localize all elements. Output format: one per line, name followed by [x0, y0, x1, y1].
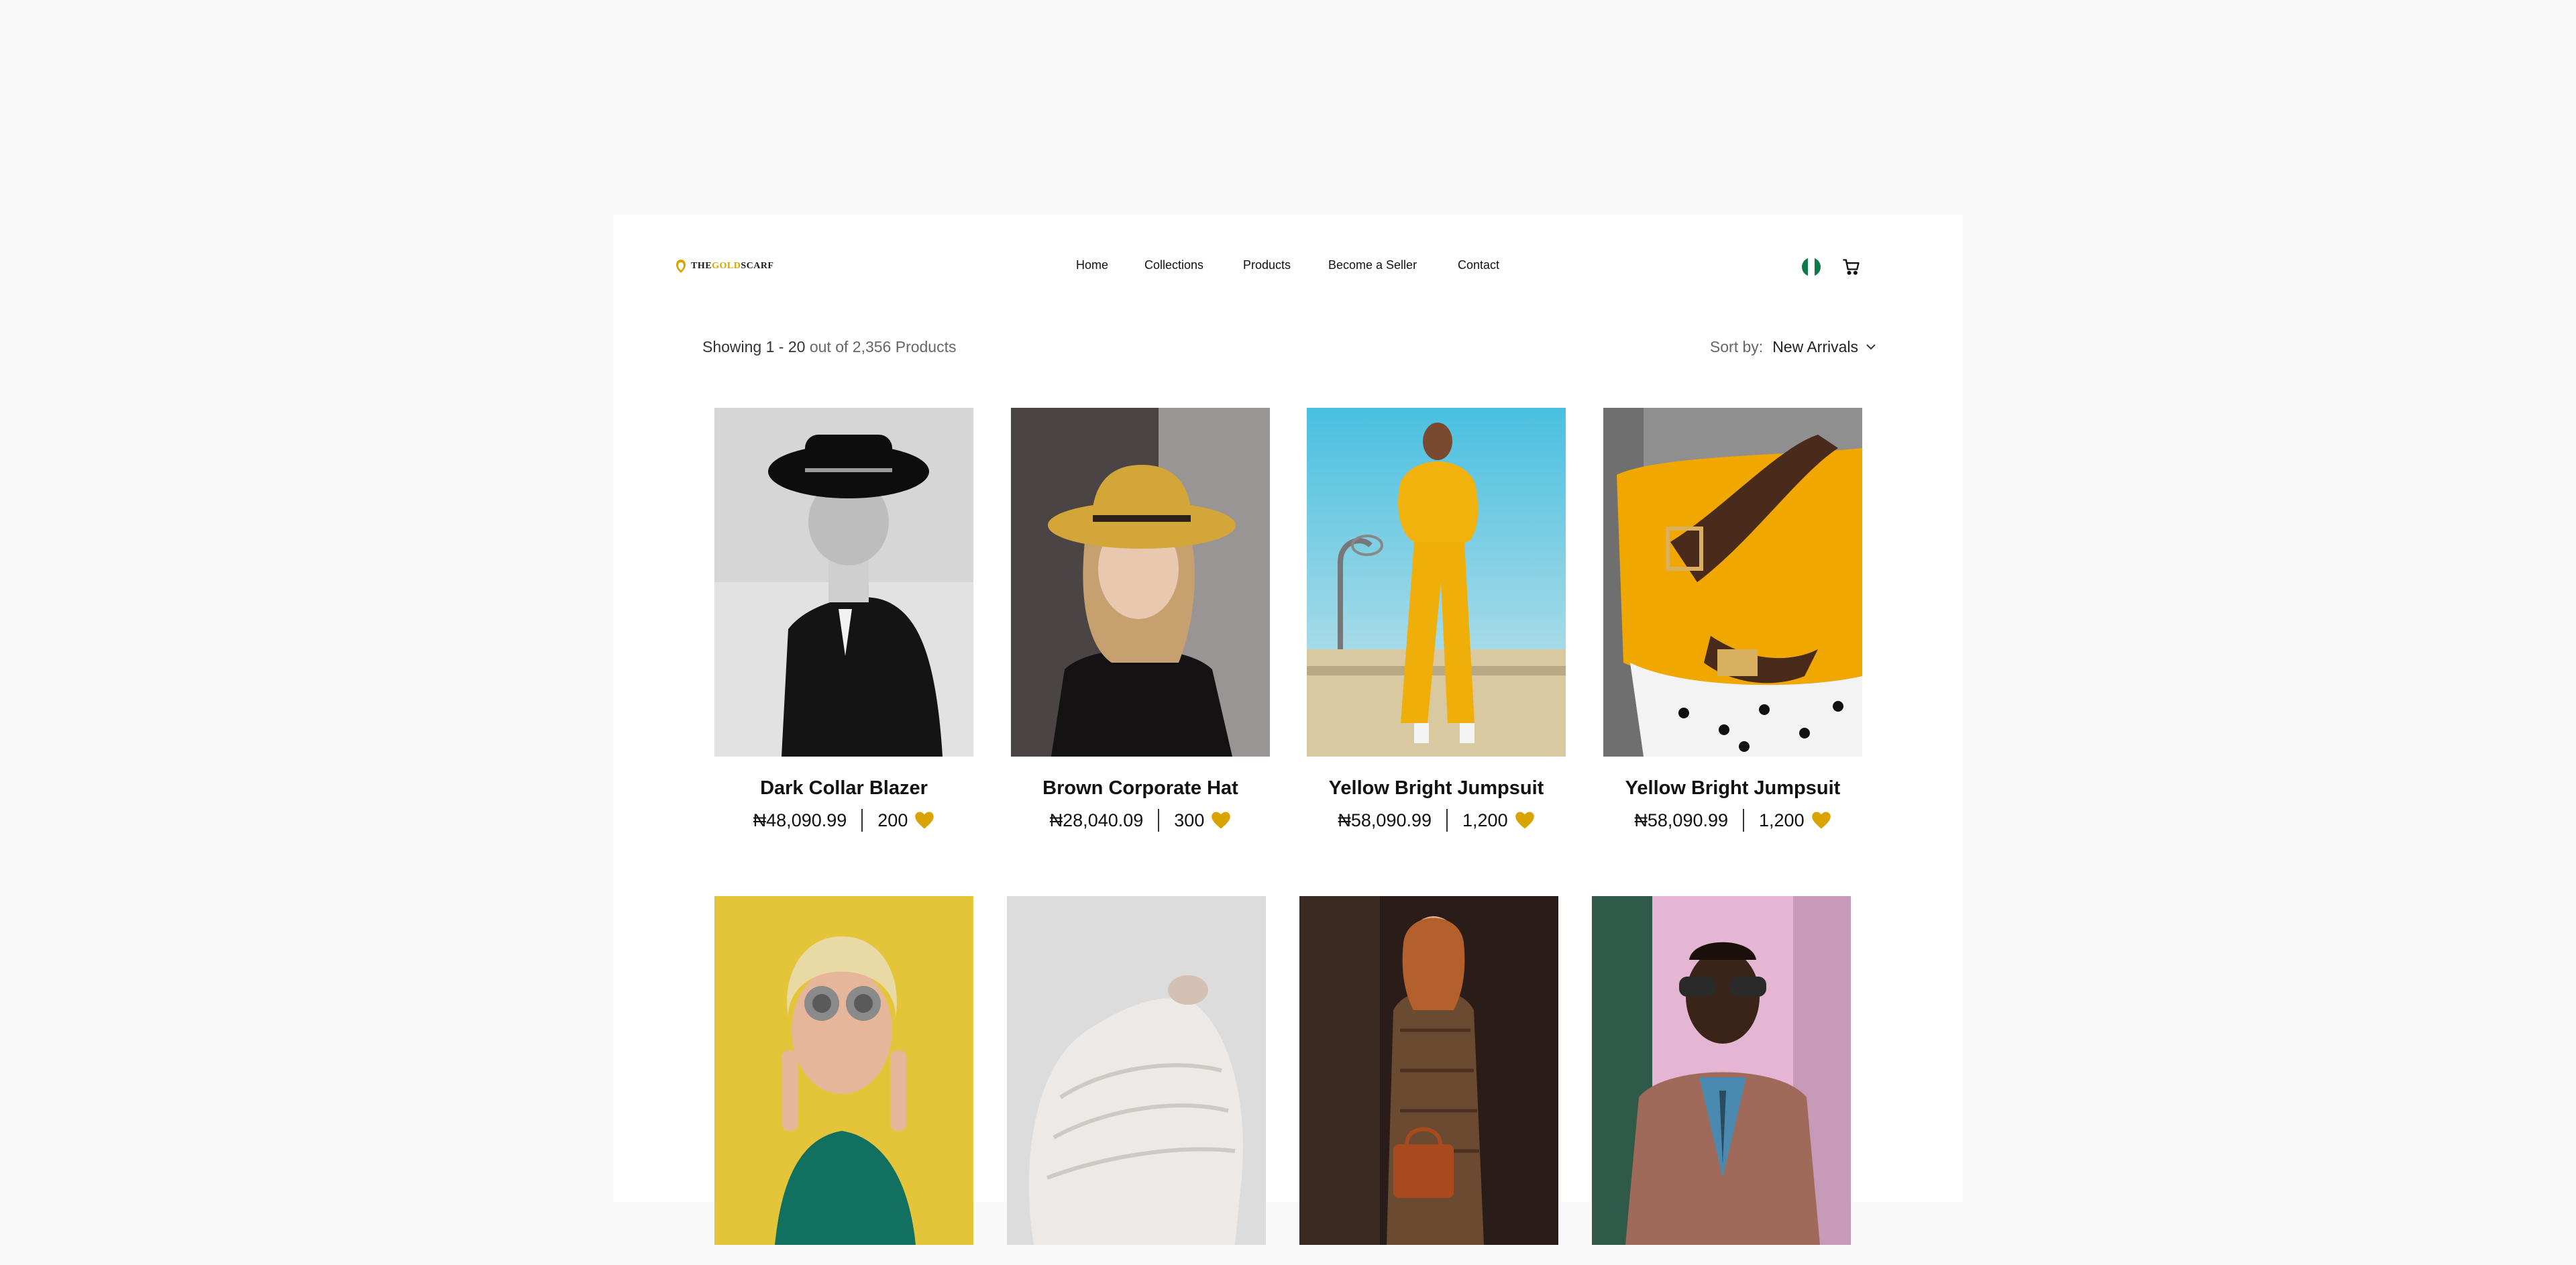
product-likes: 300	[1174, 810, 1205, 830]
product-price: ₦28,040.09	[1049, 810, 1144, 830]
nav-products[interactable]: Products	[1243, 255, 1291, 275]
product-meta: ₦28,040.09 300	[1011, 809, 1270, 832]
product-image[interactable]	[714, 896, 973, 1245]
nigeria-flag-icon[interactable]	[1802, 258, 1821, 276]
product-card[interactable]: Yellow Bright Jumpsuit ₦58,090.99 1,200	[1307, 408, 1566, 832]
product-card[interactable]: Dark Collar Blazer ₦48,090.99 200	[714, 408, 973, 832]
cart-icon[interactable]	[1842, 258, 1861, 276]
product-image[interactable]	[714, 408, 973, 757]
heart-icon[interactable]	[1515, 811, 1535, 830]
nav-collections[interactable]: Collections	[1144, 255, 1203, 275]
product-card[interactable]	[1299, 896, 1558, 1265]
results-count: Showing 1 - 20 out of 2,356 Products	[702, 338, 957, 355]
logo-text: THEGOLDSCARF	[691, 261, 774, 271]
sort-dropdown[interactable]: Sort by: New Arrivals	[1710, 337, 1877, 357]
product-price: ₦58,090.99	[1338, 810, 1432, 830]
brand-logo[interactable]: THEGOLDSCARF	[675, 256, 773, 276]
product-likes: 1,200	[1462, 810, 1508, 830]
product-meta: ₦58,090.99 1,200	[1307, 809, 1566, 832]
heart-icon[interactable]	[914, 811, 934, 830]
chevron-down-icon	[1866, 344, 1876, 350]
product-price: ₦48,090.99	[753, 810, 847, 830]
product-card[interactable]: Yellow Bright Jumpsuit ₦58,090.99 1,200	[1603, 408, 1862, 832]
product-meta: ₦58,090.99 1,200	[1603, 809, 1862, 832]
divider	[861, 809, 863, 832]
product-image[interactable]	[1603, 408, 1862, 757]
product-name[interactable]: Yellow Bright Jumpsuit	[1603, 777, 1862, 800]
product-card[interactable]	[1592, 896, 1851, 1265]
nav-contact[interactable]: Contact	[1458, 255, 1499, 275]
sort-value: New Arrivals	[1772, 338, 1858, 355]
heart-icon[interactable]	[1811, 811, 1831, 830]
divider	[1446, 809, 1448, 832]
product-price: ₦58,090.99	[1634, 810, 1729, 830]
page-container: THEGOLDSCARF Home Collections Products B…	[613, 215, 1963, 1245]
nav-home[interactable]: Home	[1076, 255, 1108, 275]
product-image[interactable]	[1007, 896, 1266, 1245]
product-name[interactable]: Yellow Bright Jumpsuit	[1307, 777, 1566, 800]
product-image[interactable]	[1011, 408, 1270, 757]
divider	[1158, 809, 1160, 832]
product-image[interactable]	[1307, 408, 1566, 757]
product-name[interactable]: Dark Collar Blazer	[714, 777, 973, 800]
nav-become-seller[interactable]: Become a Seller	[1328, 255, 1417, 275]
product-likes: 1,200	[1759, 810, 1805, 830]
logo-mark-icon	[676, 260, 686, 273]
product-image[interactable]	[1299, 896, 1558, 1245]
product-card[interactable]	[1007, 896, 1266, 1265]
product-card[interactable]: Brown Corporate Hat ₦28,040.09 300	[1011, 408, 1270, 832]
product-card[interactable]	[714, 896, 973, 1265]
heart-icon[interactable]	[1211, 811, 1231, 830]
divider	[1743, 809, 1745, 832]
sort-label: Sort by:	[1709, 338, 1764, 355]
product-likes: 200	[877, 810, 908, 830]
product-name[interactable]: Brown Corporate Hat	[1011, 777, 1270, 800]
product-image[interactable]	[1592, 896, 1851, 1245]
product-meta: ₦48,090.99 200	[714, 809, 973, 832]
